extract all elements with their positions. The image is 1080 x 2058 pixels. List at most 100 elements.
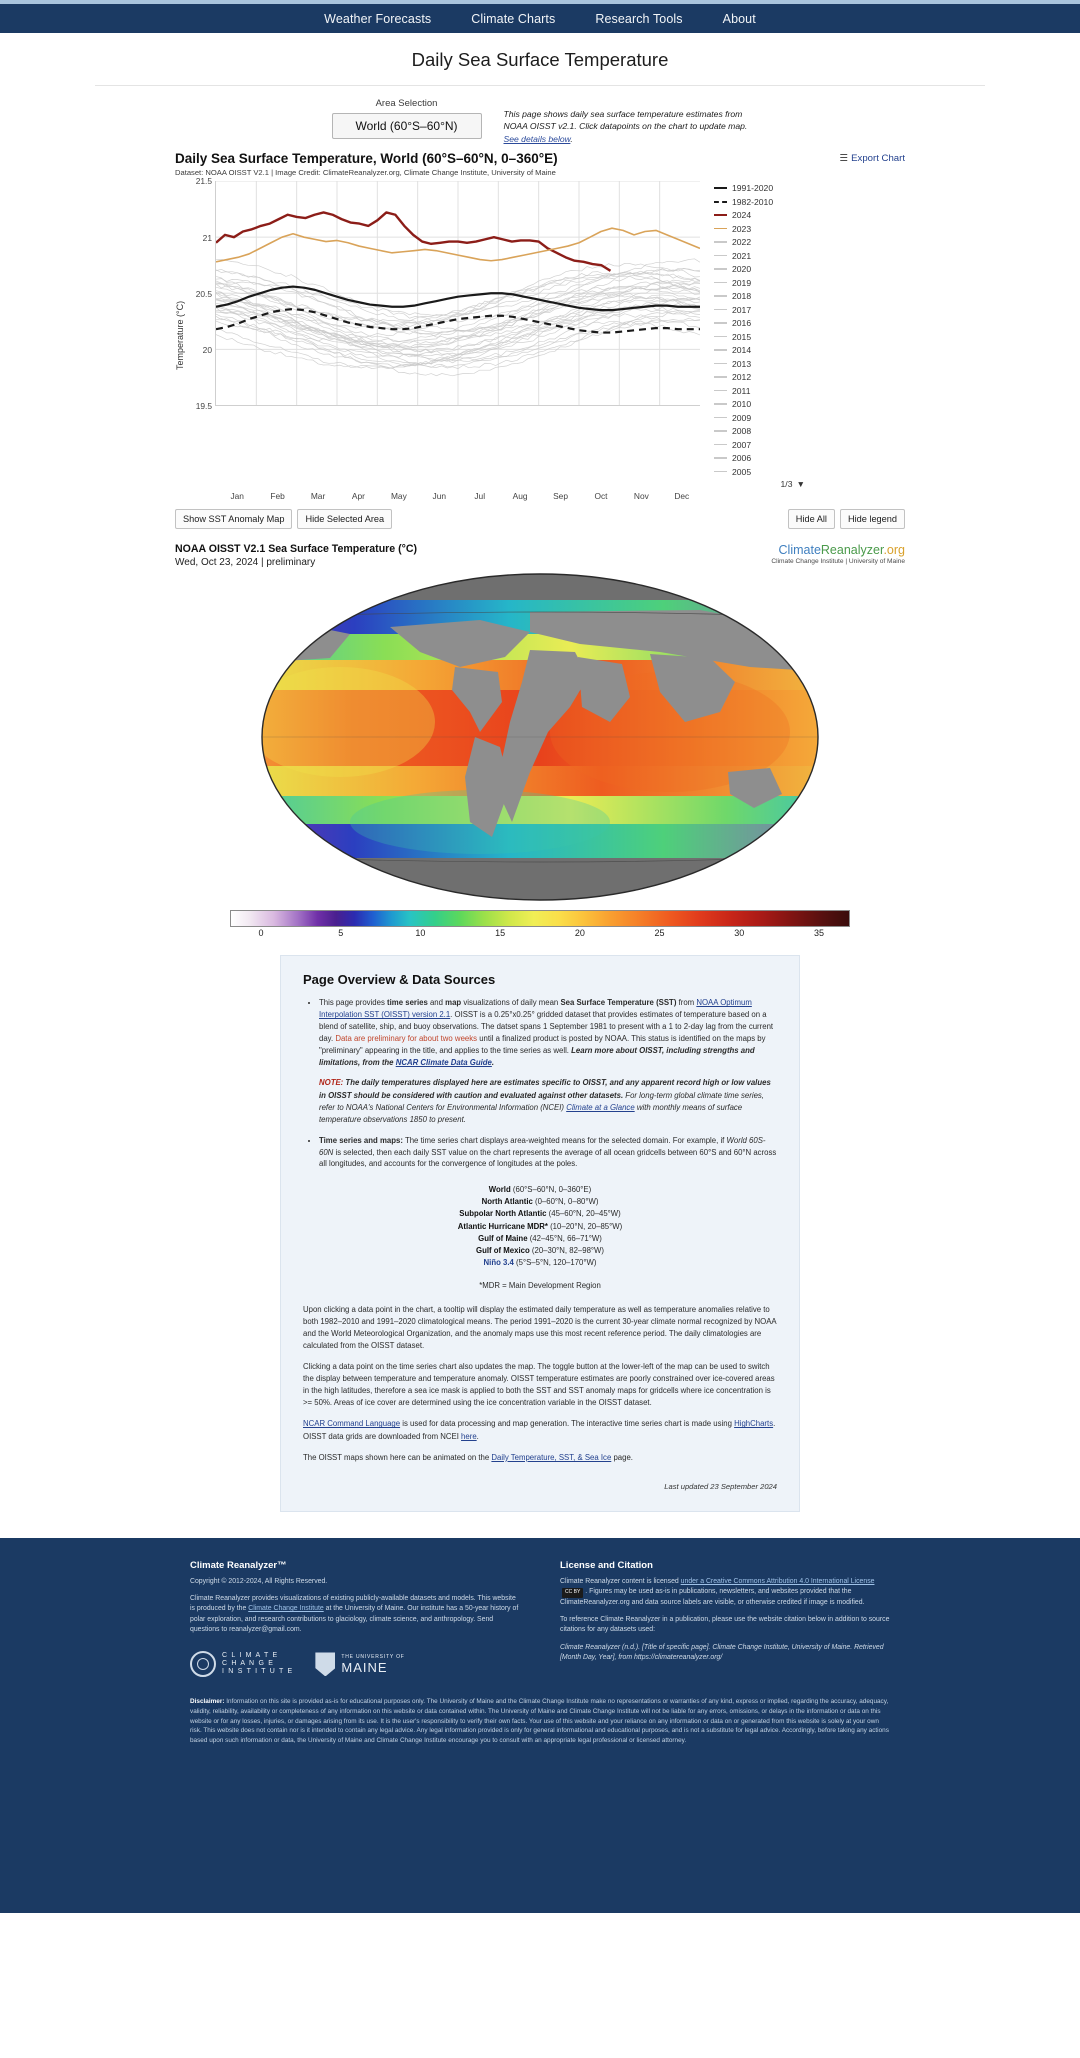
- highcharts-link[interactable]: HighCharts: [734, 1419, 773, 1428]
- cci-line-3: I N S T I T U T E: [222, 1668, 294, 1676]
- cci-line-1: C L I M A T E: [222, 1652, 279, 1660]
- x-tick-aug: Aug: [512, 491, 528, 502]
- ov-b1-preliminary-warning: Data are preliminary for about two weeks: [335, 1033, 478, 1043]
- legend-label: 2024: [732, 210, 752, 221]
- sst-world-map[interactable]: [230, 572, 850, 902]
- umaine-logo[interactable]: THE UNIVERSITY OF MAINE: [315, 1652, 404, 1677]
- region-entry-5: Gulf of Mexico (20–30°N, 82–98°W): [303, 1245, 777, 1257]
- region-range: (45–60°N, 20–45°W): [546, 1209, 621, 1219]
- area-selection-dropdown[interactable]: World (60°S–60°N): [331, 113, 482, 139]
- export-chart-label: Export Chart: [851, 153, 905, 165]
- legend-swatch-icon: [714, 335, 727, 338]
- nav-item-about[interactable]: About: [723, 12, 756, 26]
- legend-pager[interactable]: 1/3 ▼: [714, 479, 805, 489]
- show-sst-anomaly-map-button[interactable]: Show SST Anomaly Map: [175, 509, 293, 530]
- disclaimer-text: Information on this site is provided as-…: [190, 1698, 889, 1744]
- nav-item-research-tools[interactable]: Research Tools: [595, 12, 682, 26]
- hide-legend-button[interactable]: Hide legend: [839, 509, 905, 530]
- legend-item-2007[interactable]: 2007: [714, 438, 805, 452]
- legend-label: 2015: [732, 331, 752, 342]
- nav-item-weather-forecasts[interactable]: Weather Forecasts: [324, 12, 431, 26]
- last-updated: Last updated 23 September 2024: [664, 1481, 777, 1491]
- climate-at-a-glance-link[interactable]: Climate at a Glance: [566, 1103, 634, 1112]
- hide-selected-area-button[interactable]: Hide Selected Area: [297, 509, 393, 530]
- region-entry-3: Atlantic Hurricane MDR* (10–20°N, 20–85°…: [303, 1221, 777, 1233]
- legend-label: 2012: [732, 372, 752, 383]
- legend-item-1982-2010[interactable]: 1982-2010: [714, 195, 805, 209]
- region-name: Subpolar North Atlantic: [459, 1209, 547, 1219]
- y-axis-label: Temperature (°C): [175, 300, 185, 370]
- y-tick-0: 19.5: [195, 401, 212, 412]
- legend-item-2017[interactable]: 2017: [714, 303, 805, 317]
- ov-p4-b: page.: [611, 1452, 633, 1462]
- ov-b2-text2: is selected, then each daily SST value o…: [319, 1147, 777, 1169]
- cci-logo[interactable]: C L I M A T E C H A N G E I N S T I T U …: [190, 1651, 294, 1678]
- legend-item-2009[interactable]: 2009: [714, 411, 805, 425]
- cc-license-link[interactable]: under a Creative Commons Attribution 4.0…: [681, 1578, 875, 1585]
- region-name: Gulf of Mexico: [476, 1245, 530, 1255]
- export-chart-button[interactable]: ☰ Export Chart: [840, 153, 905, 164]
- legend-item-2010[interactable]: 2010: [714, 397, 805, 411]
- footer-citation-intro: To reference Climate Reanalyzer in a pub…: [560, 1615, 890, 1634]
- chevron-down-icon[interactable]: ▼: [796, 479, 805, 489]
- hide-all-button[interactable]: Hide All: [787, 509, 835, 530]
- legend-swatch-icon: [714, 241, 727, 243]
- nav-item-climate-charts[interactable]: Climate Charts: [471, 12, 555, 26]
- legend-item-2024[interactable]: 2024: [714, 208, 805, 222]
- legend-item-2008[interactable]: 2008: [714, 424, 805, 438]
- see-details-link[interactable]: See details below: [504, 134, 571, 144]
- legend-swatch-icon: [714, 200, 727, 203]
- mdr-footnote: *MDR = Main Development Region: [479, 1280, 601, 1290]
- legend-item-2014[interactable]: 2014: [714, 343, 805, 357]
- legend-item-2005[interactable]: 2005: [714, 465, 805, 479]
- legend-swatch-icon: [714, 268, 727, 270]
- climate-change-institute-link[interactable]: Climate Change Institute: [248, 1605, 323, 1612]
- legend-item-2023[interactable]: 2023: [714, 222, 805, 236]
- legend-swatch-icon: [714, 295, 727, 297]
- ov-b1-a: This page provides: [319, 998, 388, 1008]
- ncl-link[interactable]: NCAR Command Language: [303, 1419, 400, 1428]
- legend-label: 2016: [732, 318, 752, 329]
- legend-item-2015[interactable]: 2015: [714, 330, 805, 344]
- legend-swatch-icon: [714, 186, 727, 190]
- chart-plot-area[interactable]: [215, 181, 700, 407]
- x-tick-jan: Jan: [230, 491, 244, 502]
- overview-paragraph-3: NCAR Command Language is used for data p…: [303, 1418, 777, 1442]
- legend-item-1991-2020[interactable]: 1991-2020: [714, 181, 805, 195]
- map-title: NOAA OISST V2.1 Sea Surface Temperature …: [175, 543, 418, 556]
- region-range: (60°S–60°N, 0–360°E): [510, 1185, 592, 1195]
- umaine-shield-icon: [315, 1652, 336, 1677]
- overview-heading: Page Overview & Data Sources: [303, 972, 496, 988]
- legend-item-2012[interactable]: 2012: [714, 370, 805, 384]
- legend-swatch-icon: [714, 308, 727, 311]
- legend-item-2019[interactable]: 2019: [714, 276, 805, 290]
- legend-item-2016[interactable]: 2016: [714, 316, 805, 330]
- area-selection-label: Area Selection: [375, 98, 438, 109]
- legend-item-2018[interactable]: 2018: [714, 289, 805, 303]
- footer-logos: C L I M A T E C H A N G E I N S T I T U …: [190, 1651, 520, 1678]
- region-name: Niño 3.4: [483, 1257, 514, 1267]
- daily-temp-sst-seaice-link[interactable]: Daily Temperature, SST, & Sea Ice: [491, 1453, 611, 1462]
- region-name: World: [488, 1185, 511, 1195]
- legend-item-2020[interactable]: 2020: [714, 262, 805, 276]
- legend-item-2013[interactable]: 2013: [714, 357, 805, 371]
- legend-item-2022[interactable]: 2022: [714, 235, 805, 249]
- legend-item-2021[interactable]: 2021: [714, 249, 805, 263]
- ncar-climate-data-guide-link[interactable]: NCAR Climate Data Guide: [396, 1058, 492, 1067]
- area-selection-group: Area Selection World (60°S–60°N): [331, 98, 482, 139]
- legend-label: 2022: [732, 237, 752, 248]
- x-tick-dec: Dec: [674, 491, 690, 502]
- legend-label: 2017: [732, 304, 752, 315]
- footer-disclaimer: Disclaimer: Information on this site is …: [190, 1697, 890, 1745]
- brand-subtitle: Climate Change Institute | University of…: [771, 558, 905, 566]
- map-colorbar: 0 5 10 15 20 25 30 35: [230, 910, 850, 941]
- region-entry-1: North Atlantic (0–60°N, 0–80°W): [303, 1196, 777, 1208]
- region-name: Gulf of Maine: [478, 1233, 528, 1243]
- ov-b1-sst: Sea Surface Temperature (SST): [560, 998, 677, 1008]
- legend-item-2006[interactable]: 2006: [714, 451, 805, 465]
- y-axis-ticks: 19.5 20 20.5 21 21.5: [185, 176, 215, 489]
- legend-item-2011[interactable]: 2011: [714, 384, 805, 398]
- legend-label: 2013: [732, 358, 752, 369]
- ncei-here-link[interactable]: here: [461, 1432, 477, 1441]
- overview-bullet-2: Time series and maps: The time series ch…: [319, 1135, 777, 1171]
